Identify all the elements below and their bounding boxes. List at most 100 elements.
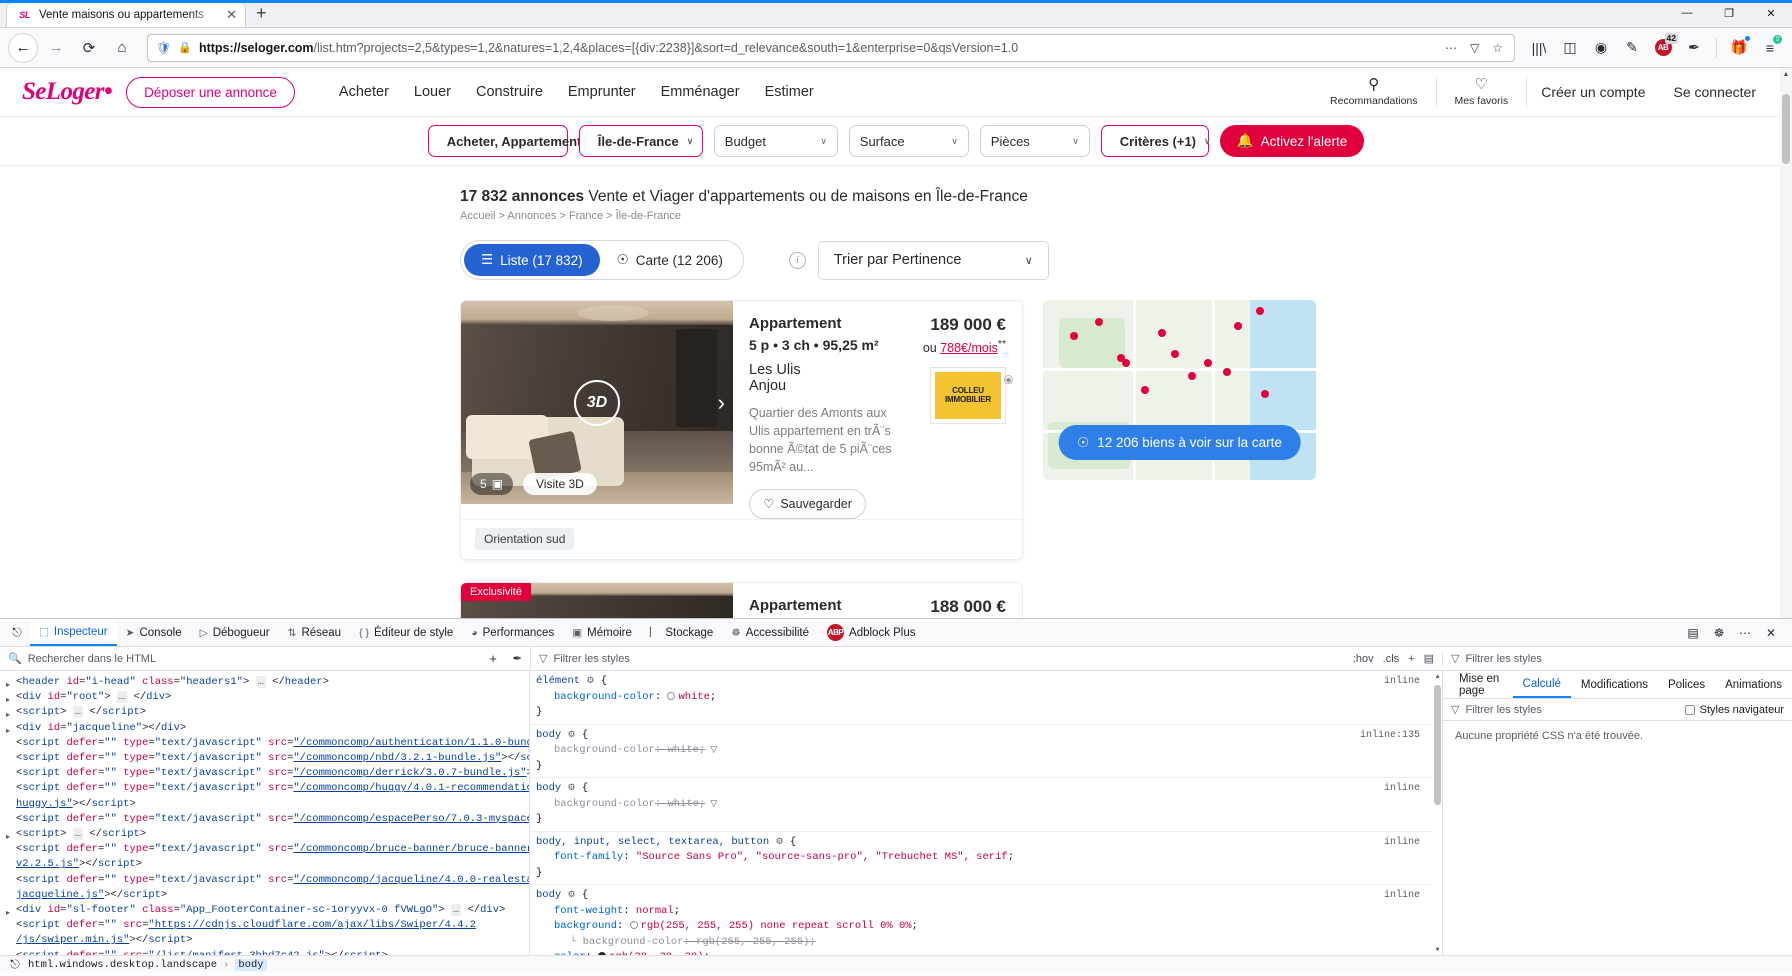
css-property[interactable]: color: [536, 950, 586, 955]
css-selector[interactable]: body: [536, 889, 561, 901]
css-rule-source[interactable]: inline: [1384, 674, 1420, 690]
info-icon[interactable]: i: [788, 251, 806, 269]
css-selector[interactable]: body, input, select, textarea, button: [536, 836, 769, 848]
markup-line[interactable]: <script defer="" type="text/javascript" …: [4, 873, 529, 888]
pocket-icon[interactable]: ▽: [1467, 41, 1482, 55]
devtools-tab-memoire[interactable]: ▣ Mémoire: [563, 619, 641, 646]
css-property[interactable]: font-weight: [536, 904, 623, 920]
visit-3d-badge[interactable]: Visite 3D: [523, 473, 597, 495]
rules-scroll-up-icon[interactable]: ▲: [1433, 671, 1442, 682]
markup-line[interactable]: <script defer="" src="/list/manifest.3bb…: [4, 949, 529, 955]
3d-badge-icon[interactable]: 3D: [574, 379, 620, 426]
markup-line[interactable]: <script defer="" type="text/javascript" …: [4, 736, 529, 751]
agency-info-icon[interactable]: ◉: [1004, 375, 1013, 384]
css-selector[interactable]: body: [536, 782, 561, 794]
css-value[interactable]: white: [678, 691, 710, 703]
address-bar[interactable]: 🛡 🔒 https://seloger.com/list.htm?project…: [147, 33, 1515, 62]
css-value[interactable]: rgb(255, 255, 255): [696, 936, 809, 948]
markup-line[interactable]: ▸ <header id="i-head" class="headers1"> ……: [4, 675, 529, 690]
markup-line[interactable]: jacqueline.js"></script>: [4, 888, 529, 903]
minimize-icon[interactable]: —: [1666, 0, 1708, 27]
eyedropper-icon-devtools[interactable]: ✒: [513, 652, 522, 665]
css-declaration[interactable]: background-color: white;: [536, 744, 705, 756]
nav-item-emprunter[interactable]: Emprunter: [568, 84, 636, 100]
filter-chip-location[interactable]: Île-de-France ∨: [578, 125, 703, 157]
color-swatch[interactable]: [629, 921, 638, 930]
recommendations-button[interactable]: ⚲ Recommandations: [1312, 77, 1436, 107]
markup-line[interactable]: <script defer="" type="text/javascript" …: [4, 812, 529, 827]
element-picker-icon[interactable]: ⎋: [4, 622, 30, 644]
tab-animations[interactable]: Animations: [1715, 671, 1792, 698]
map-cta-button[interactable]: ☉ 12 206 biens à voir sur la carte: [1058, 425, 1301, 460]
markup-line[interactable]: <script defer="" type="text/javascript" …: [4, 751, 529, 766]
styles-filter-input[interactable]: ▽ Filtrer les styles :hov .cls + ▤: [531, 652, 1442, 666]
post-listing-button[interactable]: Déposer une annonce: [126, 76, 295, 108]
gift-icon[interactable]: 🎁: [1725, 34, 1753, 62]
page-scrollbar-thumb[interactable]: [1782, 94, 1790, 164]
css-rule[interactable]: inline:135 body ⚙ {background-color: whit…: [530, 725, 1432, 778]
filter-chip-rooms[interactable]: Pièces ∨: [979, 125, 1090, 157]
gear-icon[interactable]: ⚙: [568, 730, 576, 740]
nav-item-louer[interactable]: Louer: [414, 84, 451, 100]
dock-icon[interactable]: ☸: [1708, 622, 1730, 644]
markup-line[interactable]: ▸ <div id="root"> … </div>: [4, 690, 529, 705]
color-swatch[interactable]: [598, 952, 607, 955]
devtools-tab-performances[interactable]: ◕ Performances: [462, 619, 563, 646]
nav-item-estimer[interactable]: Estimer: [765, 84, 814, 100]
css-property[interactable]: background-color: [536, 743, 655, 759]
nav-item-acheter[interactable]: Acheter: [339, 84, 389, 100]
css-value[interactable]: "Source Sans Pro", "source-sans-pro", "T…: [636, 851, 1008, 863]
css-value[interactable]: rgb(38, 38, 38): [609, 951, 704, 955]
gear-icon[interactable]: ⚙: [568, 783, 576, 793]
devtools-tab-accessibilite[interactable]: ☸ Accessibilité: [722, 619, 818, 646]
print-styles-icon[interactable]: ▤: [1424, 652, 1434, 665]
css-value[interactable]: normal: [636, 905, 674, 917]
css-declaration[interactable]: background: rgb(255, 255, 255) none repe…: [536, 920, 918, 932]
devtools-tab-stockage[interactable]: ⎸ Stockage: [641, 619, 722, 646]
tab-list-view[interactable]: ☰ Liste (17 832): [464, 244, 600, 276]
markup-line[interactable]: <script defer="" type="text/javascript" …: [4, 781, 529, 796]
gear-icon[interactable]: ⚙: [586, 676, 594, 686]
listing-card[interactable]: 3D › 5 ▣ Visite 3D Appartement 5 p • 3 c…: [460, 300, 1023, 560]
browser-tab[interactable]: SL Vente maisons ou appartements ✕: [6, 2, 246, 27]
maximize-icon[interactable]: ❐: [1708, 0, 1750, 27]
activate-alert-button[interactable]: 🔔 Activez l'alerte: [1219, 125, 1365, 157]
gear-icon[interactable]: ⚙: [775, 837, 783, 847]
breadcrumb-html[interactable]: html.windows.desktop.landscape: [28, 959, 217, 971]
close-icon[interactable]: ✕: [226, 7, 237, 23]
breadcrumb-body[interactable]: body: [235, 958, 267, 971]
devtools-tab-debogueur[interactable]: ▷ Débogueur: [191, 619, 279, 646]
css-rule-source[interactable]: inline: [1384, 781, 1420, 797]
css-property[interactable]: └ background-color: [570, 935, 683, 951]
devtools-tab-style-editor[interactable]: { } Éditeur de style: [350, 619, 462, 646]
sort-select[interactable]: Trier par Pertinence ∨: [817, 240, 1049, 280]
css-declaration[interactable]: font-family: "Source Sans Pro", "source-…: [536, 851, 1014, 863]
color-swatch[interactable]: [667, 691, 676, 700]
scroll-up-icon[interactable]: ▲: [1780, 68, 1792, 81]
tab-polices[interactable]: Polices: [1658, 671, 1715, 698]
markup-line[interactable]: v2.2.5.js"></script>: [4, 857, 529, 872]
css-property[interactable]: font-family: [536, 850, 623, 866]
html-search-input[interactable]: 🔍 Rechercher dans le HTML + ✒: [0, 651, 530, 666]
css-rule[interactable]: inline body ⚙ {font-weight: normal; backgr…: [530, 885, 1432, 955]
lock-icon[interactable]: 🔒: [178, 41, 192, 54]
rules-scroll-down-icon[interactable]: ▼: [1433, 944, 1442, 955]
devtools-tab-reseau[interactable]: ⇅ Réseau: [279, 619, 350, 646]
sidebar-icon[interactable]: ◫: [1556, 34, 1584, 62]
devtools-tab-inspecteur[interactable]: ⬚ Inspecteur: [30, 619, 117, 646]
tab-modifications[interactable]: Modifications: [1571, 671, 1658, 698]
downloads-icon[interactable]: ≡ ⇧: [1756, 34, 1784, 62]
devtools-tab-console[interactable]: ➤ Console: [117, 619, 191, 646]
rules-scrollbar-thumb[interactable]: [1434, 685, 1441, 805]
new-tab-button[interactable]: +: [246, 3, 277, 24]
css-declaration[interactable]: └ background-color: rgb(255, 255, 255);: [536, 936, 816, 948]
browser-styles-toggle[interactable]: Styles navigateur: [1684, 704, 1784, 716]
markup-line[interactable]: <script defer="" type="text/javascript" …: [4, 766, 529, 781]
reload-icon[interactable]: ⟳: [74, 33, 104, 63]
css-rule[interactable]: inline élément ⚙ {background-color: white…: [530, 671, 1432, 725]
page-actions-icon[interactable]: ⋯: [1442, 41, 1460, 55]
account-icon[interactable]: ◉: [1587, 34, 1615, 62]
add-rule-icon[interactable]: +: [1408, 653, 1414, 665]
devtools-close-icon[interactable]: ✕: [1760, 622, 1782, 644]
breadcrumb-picker-icon[interactable]: ⎋: [8, 954, 22, 976]
